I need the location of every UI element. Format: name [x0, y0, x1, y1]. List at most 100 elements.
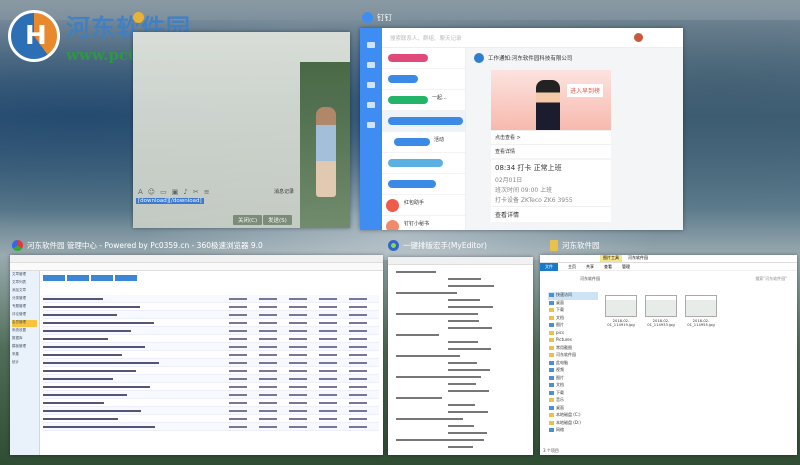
checkin-card[interactable]: 08:34 打卡 正常上班 02月01日 班次时间 09:00 上班 打卡设备 … — [491, 160, 611, 222]
nav-item[interactable]: Pictures — [548, 337, 598, 345]
table-row[interactable] — [43, 351, 379, 359]
table-row[interactable] — [43, 367, 379, 375]
file-item[interactable]: 2018-02-01_114919.jpg — [605, 295, 637, 327]
nav-item[interactable]: 下载 — [548, 390, 598, 398]
sidebar-item[interactable]: 专题管理 — [12, 304, 37, 311]
sidebar-item[interactable]: 添加文章 — [12, 288, 37, 295]
sidebar-item[interactable]: 采集 — [12, 352, 37, 359]
table-row[interactable] — [43, 375, 379, 383]
address-bar[interactable]: 河东软件园 搜索"河东软件园" — [540, 274, 797, 283]
view-details-link[interactable]: 查看详情 — [491, 206, 611, 222]
table-row[interactable] — [43, 383, 379, 391]
table-row[interactable] — [43, 303, 379, 311]
nav-item[interactable]: 下载 — [548, 307, 598, 315]
editor-window-title[interactable]: 一键排版宏手(MyEditor) — [388, 240, 487, 251]
editor-window[interactable] — [388, 257, 533, 455]
address-bar[interactable] — [10, 263, 383, 271]
more-icon[interactable]: ≡ — [204, 188, 210, 196]
qq-window-title[interactable] — [133, 12, 144, 23]
table-row[interactable] — [43, 311, 379, 319]
dingtalk-window-title[interactable]: 钉钉 — [362, 12, 392, 23]
nav-item[interactable]: 常用截图 — [548, 345, 598, 353]
tab[interactable] — [67, 275, 89, 281]
sidebar-item[interactable]: 系统设置 — [12, 328, 37, 335]
nav-item[interactable]: 视频 — [548, 367, 598, 375]
phone-icon[interactable] — [367, 102, 375, 108]
search-input[interactable]: 搜索"河东软件园" — [755, 276, 787, 282]
table-row[interactable] — [43, 319, 379, 327]
sidebar-item[interactable]: 模板管理 — [12, 344, 37, 351]
tab-home[interactable]: 主页 — [568, 264, 576, 270]
chat-item[interactable] — [382, 69, 465, 90]
screenshot-icon[interactable]: ✂ — [193, 188, 199, 196]
message-icon[interactable] — [367, 42, 375, 48]
sidebar-item[interactable]: 文章列表 — [12, 280, 37, 287]
sidebar-item[interactable]: 分类管理 — [12, 296, 37, 303]
emoji-icon[interactable]: ☺ — [148, 188, 155, 196]
tab[interactable] — [115, 275, 137, 281]
tab[interactable] — [91, 275, 113, 281]
nav-item[interactable]: 桌面 — [548, 405, 598, 413]
sidebar-item[interactable]: 统计 — [12, 360, 37, 367]
explorer-window[interactable]: 图片工具 河东软件园 文件 主页 共享 查看 管理 河东软件园 搜索"河东软件园"… — [540, 255, 797, 455]
table-row[interactable] — [43, 327, 379, 335]
ding-icon[interactable] — [367, 62, 375, 68]
nav-item[interactable]: 文档 — [548, 382, 598, 390]
tab-manage[interactable]: 管理 — [622, 264, 630, 270]
sidebar-item[interactable]: 文章管理 — [12, 272, 37, 279]
tab-view[interactable]: 查看 — [604, 264, 612, 270]
nav-item[interactable]: 此电脑 — [548, 360, 598, 368]
table-row[interactable] — [43, 343, 379, 351]
nav-item[interactable]: 文档 — [548, 315, 598, 323]
chat-item[interactable] — [382, 153, 465, 174]
chat-item[interactable] — [382, 48, 465, 69]
file-item[interactable]: 2018-02-01_114955.jpg — [685, 295, 717, 327]
nav-item[interactable]: 本地磁盘 (C:) — [548, 412, 598, 420]
chat-item[interactable]: 活动 — [382, 132, 465, 153]
explorer-window-title[interactable]: 河东软件园 — [550, 240, 600, 251]
mic-icon[interactable]: ♪ — [183, 188, 187, 196]
close-button[interactable]: 关闭(C) — [233, 215, 263, 225]
tab-file[interactable]: 文件 — [540, 262, 558, 271]
send-button[interactable]: 发送(S) — [263, 215, 292, 225]
nav-item[interactable]: 网络 — [548, 427, 598, 435]
sidebar-item[interactable]: 会员管理 — [12, 320, 37, 327]
chat-item[interactable]: 钉钉小秘书 — [382, 216, 465, 230]
nav-item[interactable]: 音乐 — [548, 397, 598, 405]
tab-share[interactable]: 共享 — [586, 264, 594, 270]
table-row[interactable] — [43, 295, 379, 303]
nav-item[interactable]: 本地磁盘 (D:) — [548, 420, 598, 428]
font-icon[interactable]: A — [138, 188, 143, 196]
nav-item[interactable]: 图片 — [548, 375, 598, 383]
cloud-icon[interactable] — [367, 122, 375, 128]
chat-item[interactable] — [382, 111, 465, 132]
table-row[interactable] — [43, 399, 379, 407]
early-rank-card[interactable]: 进入早到榜 点击查看 > 查看详情 — [491, 70, 611, 158]
table-row[interactable] — [43, 415, 379, 423]
dingtalk-window[interactable]: 搜索联系人、群组、聊天记录 一起... 活动 红包助手 钉钉小秘书 工作通知:河… — [360, 28, 683, 230]
message-input[interactable]: [download][/download] — [136, 198, 204, 204]
nav-item[interactable]: pics — [548, 330, 598, 338]
work-icon[interactable] — [367, 82, 375, 88]
browser-window-title[interactable]: 河东软件园 管理中心 - Powered by Pc0359.cn - 360极… — [12, 240, 263, 251]
qq-chat-window[interactable]: A ☺ ▭ ▣ ♪ ✂ ≡ 消息记录 [download][/download] 关闭(C)… — [133, 32, 350, 228]
chat-item[interactable]: 红包助手 — [382, 195, 465, 216]
image-icon[interactable]: ▣ — [172, 188, 179, 196]
nav-item[interactable]: 河东软件园 — [548, 352, 598, 360]
sidebar-item[interactable]: 数据库 — [12, 336, 37, 343]
file-item[interactable]: 2018-02-01_114933.jpg — [645, 295, 677, 327]
table-row[interactable] — [43, 407, 379, 415]
table-row[interactable] — [43, 423, 379, 431]
tab[interactable] — [43, 275, 65, 281]
view-details-link[interactable]: 查看详情 — [491, 144, 611, 158]
nav-item[interactable]: 快速访问 — [548, 292, 598, 300]
nav-item[interactable]: 图片 — [548, 322, 598, 330]
search-input[interactable]: 搜索联系人、群组、聊天记录 — [390, 36, 462, 42]
chat-item[interactable]: 一起... — [382, 90, 465, 111]
table-row[interactable] — [43, 335, 379, 343]
gif-icon[interactable]: ▭ — [160, 188, 167, 196]
table-row[interactable] — [43, 359, 379, 367]
chat-item[interactable] — [382, 174, 465, 195]
user-avatar[interactable] — [634, 33, 643, 42]
browser-window[interactable]: 文章管理 文章列表 添加文章 分类管理 专题管理 评论管理 会员管理 系统设置 … — [10, 255, 383, 455]
